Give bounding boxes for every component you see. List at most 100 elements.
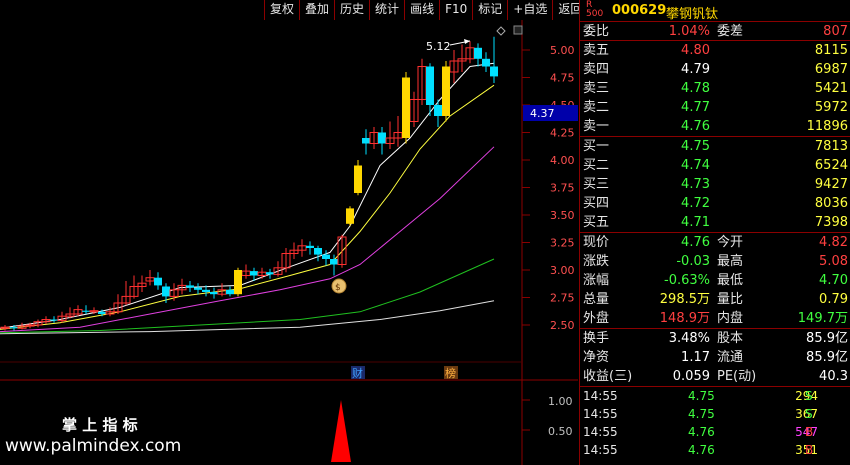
candle[interactable]	[306, 245, 314, 248]
weibi-row: 委比 1.04% 委差 807	[580, 22, 850, 41]
ma10-line	[0, 84, 495, 330]
price-axis-label: 3.25	[550, 237, 575, 250]
stat-row: 总量 298.5万 量比 0.79	[580, 290, 850, 309]
tick-direction: S	[805, 407, 813, 421]
fundamental-value: 85.9亿	[806, 350, 848, 365]
toolbar-button-6[interactable]: 标记	[473, 0, 509, 20]
tick-row[interactable]: 14:55 4.75 367 S	[580, 405, 850, 423]
candle[interactable]	[442, 66, 450, 117]
fundamental-value: 0.059	[672, 369, 710, 384]
high-price-marker: 5.12	[426, 39, 471, 53]
candle[interactable]	[154, 277, 162, 286]
stat-value: 149.7万	[797, 311, 848, 326]
price-axis-label: 3.00	[550, 264, 575, 277]
candle[interactable]	[434, 105, 442, 116]
diamond-icon[interactable]	[496, 26, 506, 36]
candle[interactable]	[354, 165, 362, 194]
event-marker-cai[interactable]: 财	[351, 366, 365, 380]
toolbar-button-5[interactable]: F10	[440, 0, 474, 20]
toolbar-button-3[interactable]: 统计	[370, 0, 406, 20]
ask-price: 4.79	[681, 62, 710, 77]
weicha-label: 委差	[717, 24, 744, 39]
bid-row[interactable]: 买一 4.75 7813	[580, 137, 850, 156]
candle[interactable]	[426, 66, 434, 106]
fundamental-label: 收益(三)	[583, 369, 633, 384]
candle[interactable]	[346, 208, 354, 224]
bid-row[interactable]: 买五 4.71 7398	[580, 213, 850, 232]
money-bag-icon[interactable]: $	[331, 278, 347, 294]
candle[interactable]	[474, 47, 482, 59]
stat-value: 148.9万	[659, 311, 710, 326]
toolbar-button-7[interactable]: +自选	[508, 0, 554, 20]
candle[interactable]	[202, 289, 210, 292]
toolbar-button-0[interactable]: 复权	[265, 0, 301, 20]
ask-label: 卖三	[583, 81, 610, 96]
stat-row: 涨跌 -0.03 最高 5.08	[580, 252, 850, 271]
stat-label: 涨幅	[583, 273, 610, 288]
tick-row[interactable]: 14:55 4.75 294 S	[580, 387, 850, 405]
candle[interactable]	[402, 77, 410, 139]
toolbar-button-2[interactable]: 历史	[335, 0, 371, 20]
candle[interactable]	[82, 310, 90, 312]
stock-code: 000629	[612, 3, 667, 18]
ask-row[interactable]: 卖五 4.80 8115	[580, 41, 850, 60]
fundamentals: 换手 3.48% 股本 85.9亿 净资 1.17 流通 85.9亿 收益(三) 0.059 PE(…	[580, 329, 850, 387]
price-axis-label: 4.75	[550, 72, 575, 85]
stat-label: 量比	[717, 292, 744, 307]
candle[interactable]	[490, 66, 498, 77]
bid-row[interactable]: 买四 4.72 8036	[580, 194, 850, 213]
stat-label: 外盘	[583, 311, 610, 326]
candle[interactable]	[98, 311, 106, 314]
tick-list[interactable]: 14:55 4.75 294 S 14:55 4.75 367 S 14:55 4.76 547 B 1…	[580, 387, 850, 459]
ask-label: 卖五	[583, 43, 610, 58]
ask-price: 4.76	[681, 119, 710, 134]
stat-value: 298.5万	[659, 292, 710, 307]
candle[interactable]	[330, 259, 338, 265]
candle[interactable]	[226, 289, 234, 295]
candle[interactable]	[186, 285, 194, 288]
candle[interactable]	[322, 254, 330, 259]
ask-book: 卖五 4.80 8115 卖四 4.79 6987 卖三 4.78 5421 卖二 4.77 5972…	[580, 41, 850, 137]
ask-row[interactable]: 卖四 4.79 6987	[580, 60, 850, 79]
stat-value: -0.03	[676, 254, 710, 269]
fundamental-row: 净资 1.17 流通 85.9亿	[580, 348, 850, 367]
candle[interactable]	[194, 287, 202, 290]
bid-book: 买一 4.75 7813 买二 4.74 6524 买三 4.73 9427 买四 4.72 8036…	[580, 137, 850, 233]
candle[interactable]	[378, 132, 386, 144]
ask-row[interactable]: 卖三 4.78 5421	[580, 79, 850, 98]
kline-chart-panel[interactable]: 5.004.754.504.254.003.753.503.253.002.75…	[0, 0, 589, 465]
bid-volume: 7813	[814, 139, 848, 154]
kline-chart[interactable]: 5.004.754.504.254.003.753.503.253.002.75…	[0, 0, 578, 465]
stock-name: 攀钢钒钛	[666, 7, 719, 22]
price-axis: 5.004.754.504.254.003.753.503.253.002.75…	[522, 44, 575, 332]
candle[interactable]	[234, 270, 242, 295]
scroll-handle-icon[interactable]	[513, 25, 523, 35]
candle[interactable]	[210, 292, 218, 295]
stat-row: 外盘 148.9万 内盘 149.7万	[580, 309, 850, 328]
tick-row[interactable]: 14:55 4.76 547 B	[580, 423, 850, 441]
toolbar-button-4[interactable]: 画线	[405, 0, 441, 20]
candle[interactable]	[314, 248, 322, 255]
candle[interactable]	[162, 286, 170, 297]
tick-time: 14:55	[583, 425, 618, 439]
candle[interactable]	[362, 138, 370, 144]
bid-volume: 7398	[814, 215, 848, 230]
candle[interactable]	[50, 319, 58, 321]
tick-row[interactable]: 14:55 4.76 351 B	[580, 441, 850, 459]
bid-label: 买一	[583, 139, 610, 154]
candle[interactable]	[10, 327, 18, 329]
bid-row[interactable]: 买二 4.74 6524	[580, 156, 850, 175]
ask-row[interactable]: 卖二 4.77 5972	[580, 98, 850, 117]
stat-value: 4.76	[681, 235, 710, 250]
candle[interactable]	[266, 272, 274, 275]
tick-price: 4.75	[688, 389, 715, 403]
bid-price: 4.71	[681, 215, 710, 230]
event-marker-bang[interactable]: 榜	[444, 366, 458, 380]
tick-price: 4.76	[688, 443, 715, 457]
ask-row[interactable]: 卖一 4.76 11896	[580, 117, 850, 136]
bid-row[interactable]: 买三 4.73 9427	[580, 175, 850, 194]
candle[interactable]	[482, 58, 490, 67]
toolbar-button-1[interactable]: 叠加	[300, 0, 336, 20]
ask-label: 卖四	[583, 62, 610, 77]
candle[interactable]	[250, 271, 258, 276]
